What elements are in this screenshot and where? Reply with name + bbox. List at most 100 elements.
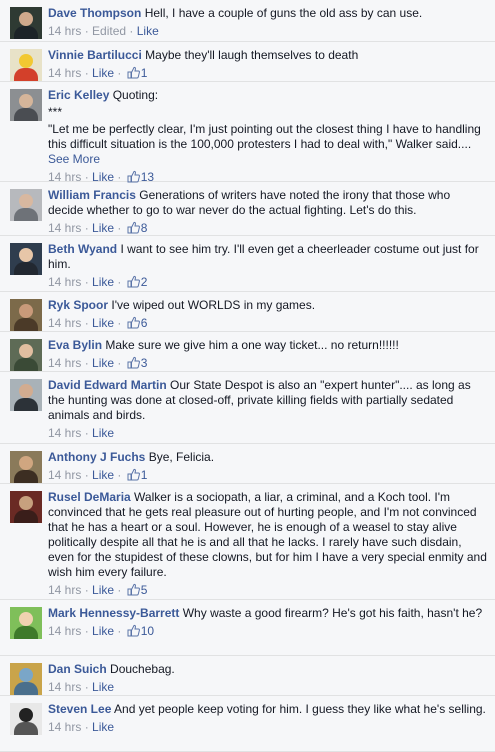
- like-button[interactable]: Like: [92, 680, 114, 694]
- like-button[interactable]: Like: [92, 316, 114, 330]
- avatar-torso: [14, 262, 38, 275]
- comment-meta: 14 hrs · Like · 5: [48, 582, 487, 598]
- author-name-link[interactable]: Ryk Spoor: [48, 298, 108, 312]
- comment-text: Hell, I have a couple of guns the old as…: [144, 6, 423, 20]
- like-button[interactable]: Like: [92, 275, 114, 289]
- meta-separator: ·: [81, 316, 93, 330]
- avatar-head: [19, 94, 33, 108]
- like-button[interactable]: Like: [92, 426, 114, 440]
- author-name-link[interactable]: Dave Thompson: [48, 6, 141, 20]
- meta-separator: ·: [81, 24, 93, 38]
- timestamp[interactable]: 14 hrs: [48, 221, 81, 235]
- thumbs-up-icon[interactable]: [127, 624, 140, 637]
- avatar-head: [19, 344, 33, 358]
- meta-separator: ·: [81, 624, 93, 638]
- comment-item: Dan Suich Douchebag. 14 hrs · Like: [0, 656, 495, 696]
- author-name-link[interactable]: Beth Wyand: [48, 242, 117, 256]
- author-name-link[interactable]: Mark Hennessy-Barrett: [48, 606, 179, 620]
- meta-separator: ·: [114, 275, 125, 289]
- author-name-link[interactable]: William Francis: [48, 188, 136, 202]
- avatar[interactable]: [10, 663, 42, 695]
- like-count[interactable]: 1: [141, 468, 148, 482]
- avatar[interactable]: [10, 243, 42, 275]
- timestamp[interactable]: 14 hrs: [48, 583, 81, 597]
- like-count[interactable]: 10: [141, 624, 154, 638]
- thumbs-up-icon[interactable]: [127, 356, 140, 369]
- avatar[interactable]: [10, 491, 42, 523]
- author-name-link[interactable]: Anthony J Fuchs: [48, 450, 145, 464]
- avatar[interactable]: [10, 703, 42, 735]
- thumbs-up-icon[interactable]: [127, 275, 140, 288]
- avatar[interactable]: [10, 299, 42, 331]
- author-name-link[interactable]: Steven Lee: [48, 702, 111, 716]
- author-name-link[interactable]: Rusel DeMaria: [48, 490, 131, 504]
- meta-separator: ·: [114, 221, 125, 235]
- author-name-link[interactable]: David Edward Martin: [48, 378, 167, 392]
- avatar[interactable]: [10, 7, 42, 39]
- timestamp[interactable]: 14 hrs: [48, 624, 81, 638]
- avatar-head: [19, 248, 33, 262]
- timestamp[interactable]: 14 hrs: [48, 680, 81, 694]
- timestamp[interactable]: 14 hrs: [48, 468, 81, 482]
- like-button[interactable]: Like: [92, 468, 114, 482]
- quote-text: "Let me be perfectly clear, I'm just poi…: [48, 122, 481, 151]
- author-name-link[interactable]: Vinnie Bartilucci: [48, 48, 142, 62]
- like-button[interactable]: Like: [92, 356, 114, 370]
- meta-separator: ·: [114, 316, 125, 330]
- timestamp[interactable]: 14 hrs: [48, 66, 81, 80]
- timestamp[interactable]: 14 hrs: [48, 426, 81, 440]
- timestamp[interactable]: 14 hrs: [48, 356, 81, 370]
- like-button[interactable]: Like: [92, 221, 114, 235]
- thumbs-up-icon[interactable]: [127, 316, 140, 329]
- comment-meta: 14 hrs · Like · 6: [48, 315, 487, 331]
- comment-item: William Francis Generations of writers h…: [0, 182, 495, 236]
- quote-line: "Let me be perfectly clear, I'm just poi…: [48, 122, 487, 167]
- like-count[interactable]: 6: [141, 316, 148, 330]
- timestamp[interactable]: 14 hrs: [48, 720, 81, 734]
- avatar-torso: [14, 68, 38, 81]
- comment-body: Vinnie Bartilucci Maybe they'll laugh th…: [48, 48, 487, 63]
- avatar[interactable]: [10, 379, 42, 411]
- comment-item: Anthony J Fuchs Bye, Felicia. 14 hrs · Li…: [0, 444, 495, 484]
- edited-label[interactable]: Edited: [92, 24, 126, 38]
- like-button[interactable]: Like: [137, 24, 159, 38]
- avatar-head: [19, 668, 33, 682]
- timestamp[interactable]: 14 hrs: [48, 275, 81, 289]
- like-count[interactable]: 5: [141, 583, 148, 597]
- author-name-link[interactable]: Dan Suich: [48, 662, 107, 676]
- like-button[interactable]: Like: [92, 66, 114, 80]
- like-button[interactable]: Like: [92, 583, 114, 597]
- avatar-head: [19, 304, 33, 318]
- like-count[interactable]: 1: [141, 66, 148, 80]
- see-more-link[interactable]: See More: [48, 152, 100, 166]
- timestamp[interactable]: 14 hrs: [48, 24, 81, 38]
- like-count[interactable]: 2: [141, 275, 148, 289]
- avatar[interactable]: [10, 607, 42, 639]
- comment-body: William Francis Generations of writers h…: [48, 188, 487, 218]
- meta-separator: ·: [114, 468, 125, 482]
- comment-meta: 14 hrs · Like · 10: [48, 623, 487, 639]
- comment-item: Rusel DeMaria Walker is a sociopath, a l…: [0, 484, 495, 600]
- avatar[interactable]: [10, 451, 42, 483]
- like-button[interactable]: Like: [92, 720, 114, 734]
- like-count[interactable]: 8: [141, 221, 148, 235]
- like-count[interactable]: 3: [141, 356, 148, 370]
- thumbs-up-icon[interactable]: [127, 583, 140, 596]
- like-button[interactable]: Like: [92, 624, 114, 638]
- comment-item: Mark Hennessy-Barrett Why waste a good f…: [0, 600, 495, 656]
- author-name-link[interactable]: Eva Bylin: [48, 338, 102, 352]
- timestamp[interactable]: 14 hrs: [48, 316, 81, 330]
- thumbs-up-icon[interactable]: [127, 66, 140, 79]
- avatar[interactable]: [10, 49, 42, 81]
- comment-item: Vinnie Bartilucci Maybe they'll laugh th…: [0, 42, 495, 82]
- thumbs-up-icon[interactable]: [127, 221, 140, 234]
- author-name-link[interactable]: Eric Kelley: [48, 88, 109, 102]
- comment-text: Bye, Felicia.: [148, 450, 215, 464]
- comment-body: Dan Suich Douchebag.: [48, 662, 487, 677]
- avatar[interactable]: [10, 189, 42, 221]
- thumbs-up-icon[interactable]: [127, 468, 140, 481]
- avatar-head: [19, 612, 33, 626]
- avatar[interactable]: [10, 339, 42, 371]
- avatar-head: [19, 456, 33, 470]
- avatar[interactable]: [10, 89, 42, 121]
